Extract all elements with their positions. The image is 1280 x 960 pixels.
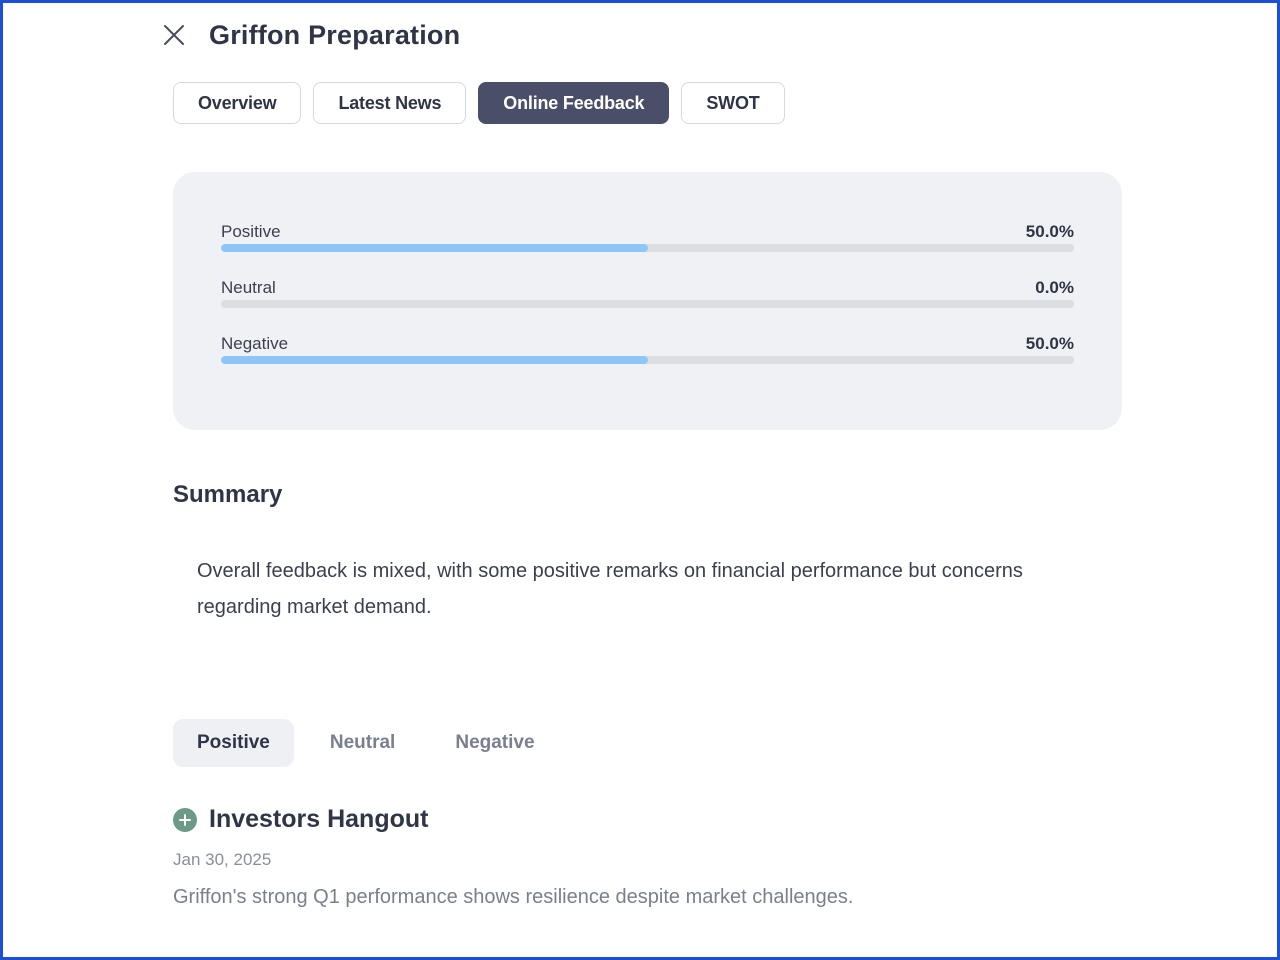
summary-heading: Summary — [173, 481, 283, 508]
app-window: Griffon Preparation Overview Latest News… — [0, 0, 1280, 960]
feedback-text: Griffon's strong Q1 performance shows re… — [173, 886, 854, 908]
section-tabs: Overview Latest News Online Feedback SWO… — [173, 82, 785, 124]
sentiment-label: Neutral — [221, 278, 276, 297]
close-icon — [164, 25, 184, 45]
page-title: Griffon Preparation — [209, 19, 461, 50]
filter-tab-negative[interactable]: Negative — [431, 719, 558, 767]
feedback-source-row: Investors Hangout — [173, 805, 1133, 834]
feedback-item: Investors Hangout Jan 30, 2025 Griffon's… — [173, 805, 1133, 909]
sentiment-label: Positive — [221, 222, 281, 241]
sentiment-value: 50.0% — [1025, 222, 1074, 241]
feedback-date: Jan 30, 2025 — [173, 850, 272, 869]
tab-online-feedback[interactable]: Online Feedback — [478, 82, 670, 124]
sentiment-label: Negative — [221, 334, 289, 353]
tab-overview[interactable]: Overview — [173, 82, 302, 124]
feedback-source[interactable]: Investors Hangout — [209, 805, 428, 834]
sentiment-value: 0.0% — [1035, 278, 1074, 297]
summary-text: Overall feedback is mixed, with some pos… — [197, 560, 1023, 618]
filter-tab-neutral[interactable]: Neutral — [306, 719, 419, 767]
sentiment-row-neutral: Neutral 0.0% — [221, 274, 1074, 308]
filter-tab-positive[interactable]: Positive — [173, 719, 294, 767]
plus-circle-icon — [173, 807, 197, 832]
sentiment-row-positive: Positive 50.0% — [221, 218, 1074, 252]
sentiment-value: 50.0% — [1025, 334, 1074, 353]
progress-track — [221, 244, 1074, 252]
progress-fill — [221, 356, 648, 364]
progress-track — [221, 300, 1074, 308]
tab-latest-news[interactable]: Latest News — [313, 82, 467, 124]
page-header: Griffon Preparation — [161, 17, 460, 53]
sentiment-row-negative: Negative 50.0% — [221, 330, 1074, 364]
tab-swot[interactable]: SWOT — [681, 82, 785, 124]
sentiment-filter-tabs: Positive Neutral Negative — [173, 719, 571, 767]
close-button[interactable] — [161, 17, 187, 53]
progress-track — [221, 356, 1074, 364]
progress-fill — [221, 244, 648, 252]
sentiment-card: Positive 50.0% Neutral 0.0% Negative 50.… — [173, 172, 1122, 430]
